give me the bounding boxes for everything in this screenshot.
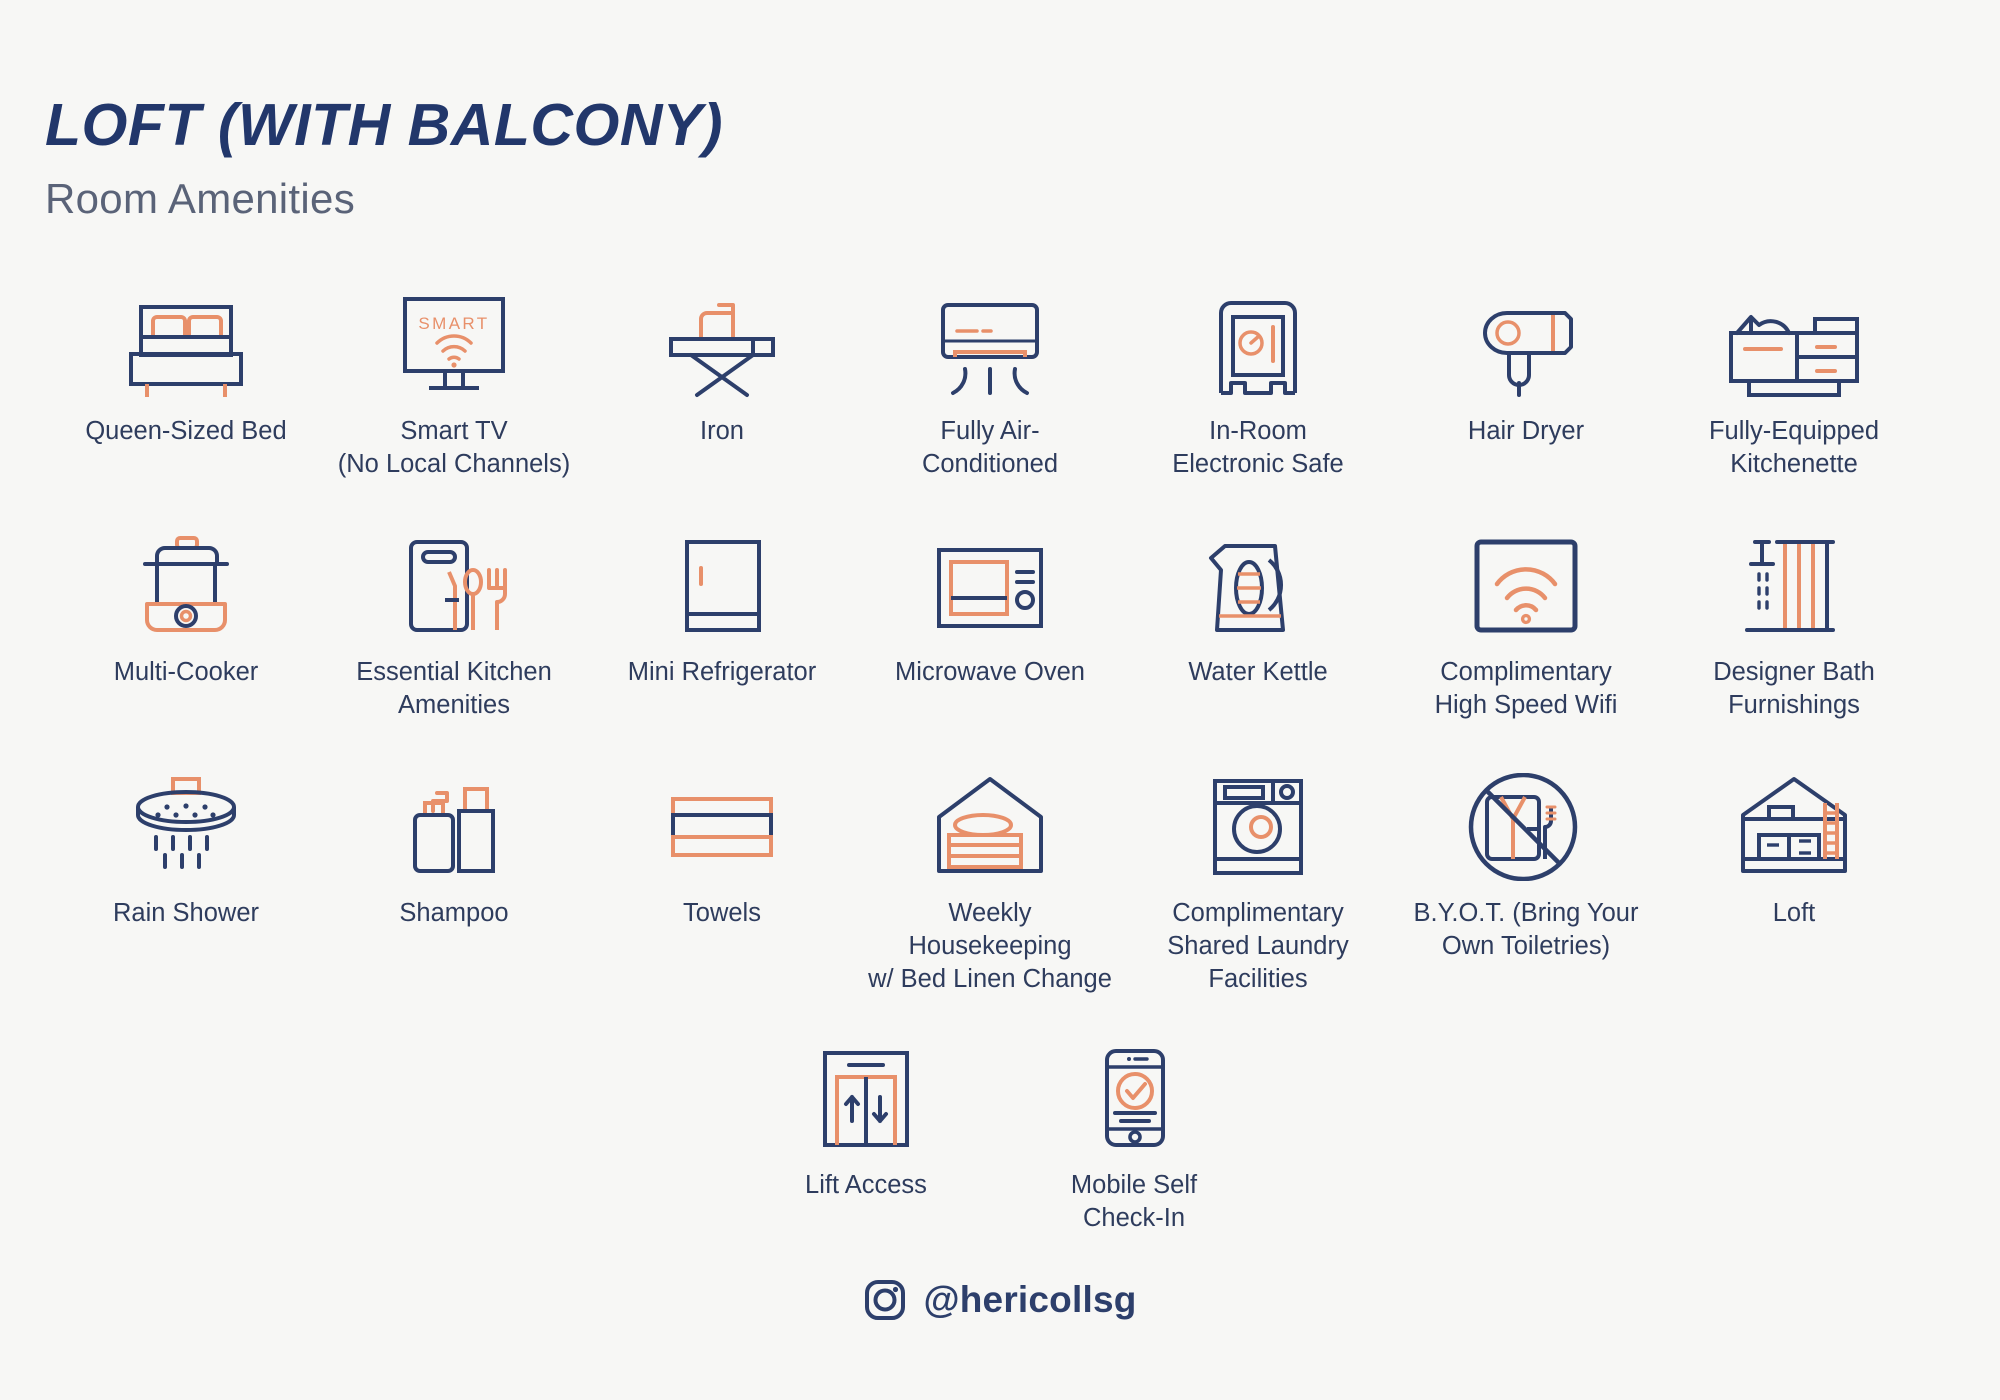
hair-dryer-icon — [1461, 281, 1591, 399]
rain-shower-icon — [121, 763, 251, 881]
amenity-label: Mobile Self Check-In — [1070, 1171, 1198, 1232]
amenity-label: Queen-Sized Bed — [85, 416, 287, 445]
mini-refrigerator-icon — [657, 522, 787, 640]
safe-icon — [1193, 281, 1323, 399]
svg-text:SMART: SMART — [418, 314, 489, 333]
amenity-shampoo: Shampoo — [320, 763, 588, 995]
instagram-handle[interactable]: @hericollsg — [923, 1279, 1136, 1321]
page-title: LOFT (WITH BALCONY) — [45, 92, 724, 158]
amenity-label: Hair Dryer — [1467, 416, 1585, 445]
amenity-kitchenette: Fully-Equipped Kitchenette — [1660, 281, 1928, 480]
bed-icon — [121, 281, 251, 399]
iron-icon — [657, 281, 787, 399]
lift-icon — [801, 1035, 931, 1153]
amenity-label: Essential Kitchen Amenities — [356, 658, 552, 719]
amenity-electronic-safe: In-Room Electronic Safe — [1124, 281, 1392, 480]
amenity-label: Water Kettle — [1188, 658, 1328, 687]
microwave-icon — [925, 522, 1055, 640]
wifi-icon — [1461, 522, 1591, 640]
amenity-lift-access: Lift Access — [732, 1035, 1000, 1234]
amenity-iron: Iron — [588, 281, 856, 480]
amenity-label: Rain Shower — [113, 899, 259, 928]
amenities-grid: Queen-Sized Bed SMART Smart TV (No Local… — [0, 281, 2000, 1235]
amenity-label: Complimentary Shared Laundry Facilities — [1167, 899, 1349, 993]
amenity-bath-furnishings: Designer Bath Furnishings — [1660, 522, 1928, 721]
amenity-rain-shower: Rain Shower — [52, 763, 320, 995]
amenity-air-conditioned: Fully Air- Conditioned — [856, 281, 1124, 480]
shampoo-icon — [389, 763, 519, 881]
amenity-label: Complimentary High Speed Wifi — [1434, 658, 1618, 719]
multi-cooker-icon — [121, 522, 251, 640]
footer: @hericollsg — [0, 1278, 2000, 1322]
loft-house-icon — [1729, 763, 1859, 881]
amenity-label: Towels — [683, 899, 761, 928]
mobile-checkin-icon — [1069, 1035, 1199, 1153]
amenities-row-2: Multi-Cooker Essential Kitchen Amenities… — [0, 522, 2000, 721]
laundry-icon — [1193, 763, 1323, 881]
kitchen-utensils-icon — [389, 522, 519, 640]
amenity-weekly-housekeeping: Weekly Housekeeping w/ Bed Linen Change — [856, 763, 1124, 995]
amenity-label: Multi-Cooker — [113, 658, 259, 687]
amenity-label: Iron — [700, 416, 744, 445]
amenity-label: Shampoo — [399, 899, 509, 928]
amenity-smart-tv: SMART Smart TV (No Local Channels) — [320, 281, 588, 480]
amenity-microwave-oven: Microwave Oven — [856, 522, 1124, 721]
amenity-label: B.Y.O.T. (Bring Your Own Toiletries) — [1413, 899, 1639, 961]
amenity-multi-cooker: Multi-Cooker — [52, 522, 320, 721]
kettle-icon — [1193, 522, 1323, 640]
smart-tv-icon: SMART — [389, 281, 519, 399]
towels-icon — [657, 763, 787, 881]
amenity-label: Designer Bath Furnishings — [1713, 658, 1875, 719]
amenity-label: Fully-Equipped Kitchenette — [1708, 416, 1880, 478]
amenity-label: Weekly Housekeeping w/ Bed Linen Change — [868, 899, 1112, 993]
amenity-mini-refrigerator: Mini Refrigerator — [588, 522, 856, 721]
amenities-row-4: Lift Access Mobile Self Check-In — [0, 1035, 2000, 1234]
amenity-loft: Loft — [1660, 763, 1928, 995]
amenity-towels: Towels — [588, 763, 856, 995]
amenity-byot: B.Y.O.T. (Bring Your Own Toiletries) — [1392, 763, 1660, 995]
amenity-shared-laundry: Complimentary Shared Laundry Facilities — [1124, 763, 1392, 995]
page-subtitle: Room Amenities — [45, 174, 355, 222]
amenity-water-kettle: Water Kettle — [1124, 522, 1392, 721]
amenities-page: LOFT (WITH BALCONY) Room Amenities Queen… — [0, 0, 2000, 1400]
amenity-queen-sized-bed: Queen-Sized Bed — [52, 281, 320, 480]
bath-furnishings-icon — [1729, 522, 1859, 640]
instagram-icon[interactable] — [863, 1278, 907, 1322]
amenity-label: Lift Access — [805, 1171, 927, 1200]
amenity-label: Fully Air- Conditioned — [921, 416, 1059, 478]
amenity-label: Microwave Oven — [895, 658, 1085, 687]
amenities-row-1: Queen-Sized Bed SMART Smart TV (No Local… — [0, 281, 2000, 480]
page-header: LOFT (WITH BALCONY) Room Amenities — [0, 0, 2000, 223]
amenity-label: Loft — [1772, 899, 1816, 928]
amenity-hair-dryer: Hair Dryer — [1392, 281, 1660, 480]
housekeeping-icon — [925, 763, 1055, 881]
amenity-label: Mini Refrigerator — [627, 658, 817, 687]
amenity-label: Smart TV (No Local Channels) — [337, 416, 571, 478]
amenity-mobile-checkin: Mobile Self Check-In — [1000, 1035, 1268, 1234]
kitchenette-icon — [1719, 281, 1869, 399]
amenity-high-speed-wifi: Complimentary High Speed Wifi — [1392, 522, 1660, 721]
amenity-essential-kitchen: Essential Kitchen Amenities — [320, 522, 588, 721]
amenities-row-3: Rain Shower Shampoo Towels Weekly Housek… — [0, 763, 2000, 995]
amenity-label: In-Room Electronic Safe — [1172, 416, 1344, 478]
air-conditioner-icon — [925, 281, 1055, 399]
no-toiletries-icon — [1461, 763, 1591, 882]
